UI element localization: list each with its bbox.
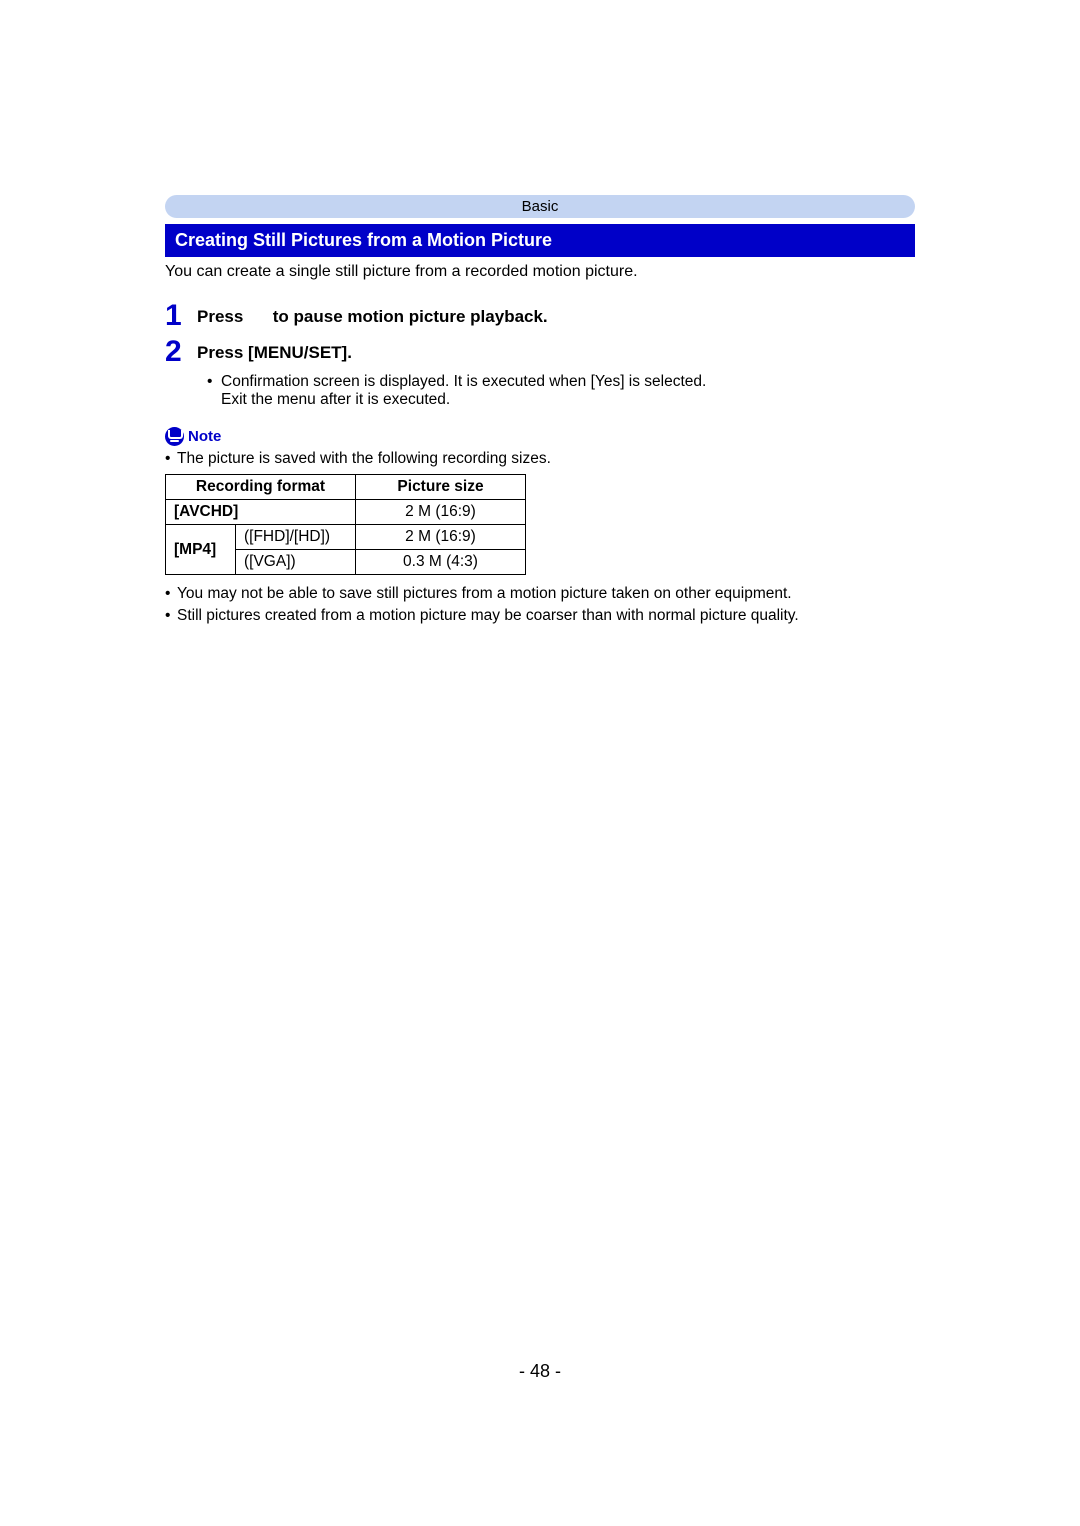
bullet-text: You may not be able to save still pictur… (177, 585, 792, 603)
category-header: Basic (165, 195, 915, 218)
table-cell-vga: ([VGA]) (236, 550, 356, 575)
detail-line-1: Confirmation screen is displayed. It is … (221, 373, 706, 390)
step-instruction: Press [MENU/SET]. (197, 337, 352, 363)
step-2: 2 Press [MENU/SET]. (165, 337, 915, 367)
table-cell-fhd-hd: ([FHD]/[HD]) (236, 525, 356, 550)
recording-size-table: Recording format Picture size [AVCHD] 2 … (165, 474, 526, 575)
note-label: Note (188, 428, 221, 445)
bullet-icon: • (165, 450, 177, 468)
table-header-format: Recording format (166, 475, 356, 500)
step-number: 1 (165, 301, 197, 331)
note-heading: Note (165, 427, 915, 446)
step-2-detail: • Confirmation screen is displayed. It i… (165, 373, 915, 409)
table-cell-size: 0.3 M (4:3) (356, 550, 526, 575)
recording-size-table-container: Recording format Picture size [AVCHD] 2 … (165, 474, 915, 575)
table-cell-avchd: [AVCHD] (166, 500, 356, 525)
table-header-size: Picture size (356, 475, 526, 500)
step-number: 2 (165, 337, 197, 367)
bullet-icon: • (165, 585, 177, 603)
bullet-icon: • (165, 607, 177, 625)
detail-line-2: Exit the menu after it is executed. (221, 391, 450, 408)
step-text-suffix: to pause motion picture playback. (268, 307, 548, 326)
section-title: Creating Still Pictures from a Motion Pi… (165, 224, 915, 257)
table-cell-size: 2 M (16:9) (356, 500, 526, 525)
step-text-prefix: Press (197, 307, 248, 326)
note-text: The picture is saved with the following … (177, 450, 551, 468)
table-cell-size: 2 M (16:9) (356, 525, 526, 550)
step-1: 1 Press to pause motion picture playback… (165, 301, 915, 331)
document-page: Basic Creating Still Pictures from a Mot… (0, 0, 1080, 625)
step-instruction: Press to pause motion picture playback. (197, 301, 548, 327)
table-cell-mp4: [MP4] (166, 525, 236, 575)
intro-text: You can create a single still picture fr… (165, 263, 915, 281)
note-line-1: • The picture is saved with the followin… (165, 450, 915, 468)
note-icon (165, 427, 184, 446)
bullet-text: Still pictures created from a motion pic… (177, 607, 799, 625)
step-text-prefix: Press [MENU/SET]. (197, 343, 352, 362)
after-table-bullet-2: • Still pictures created from a motion p… (165, 607, 915, 625)
bullet-icon: • (207, 373, 221, 409)
page-number: - 48 - (0, 1361, 1080, 1382)
after-table-bullet-1: • You may not be able to save still pict… (165, 585, 915, 603)
